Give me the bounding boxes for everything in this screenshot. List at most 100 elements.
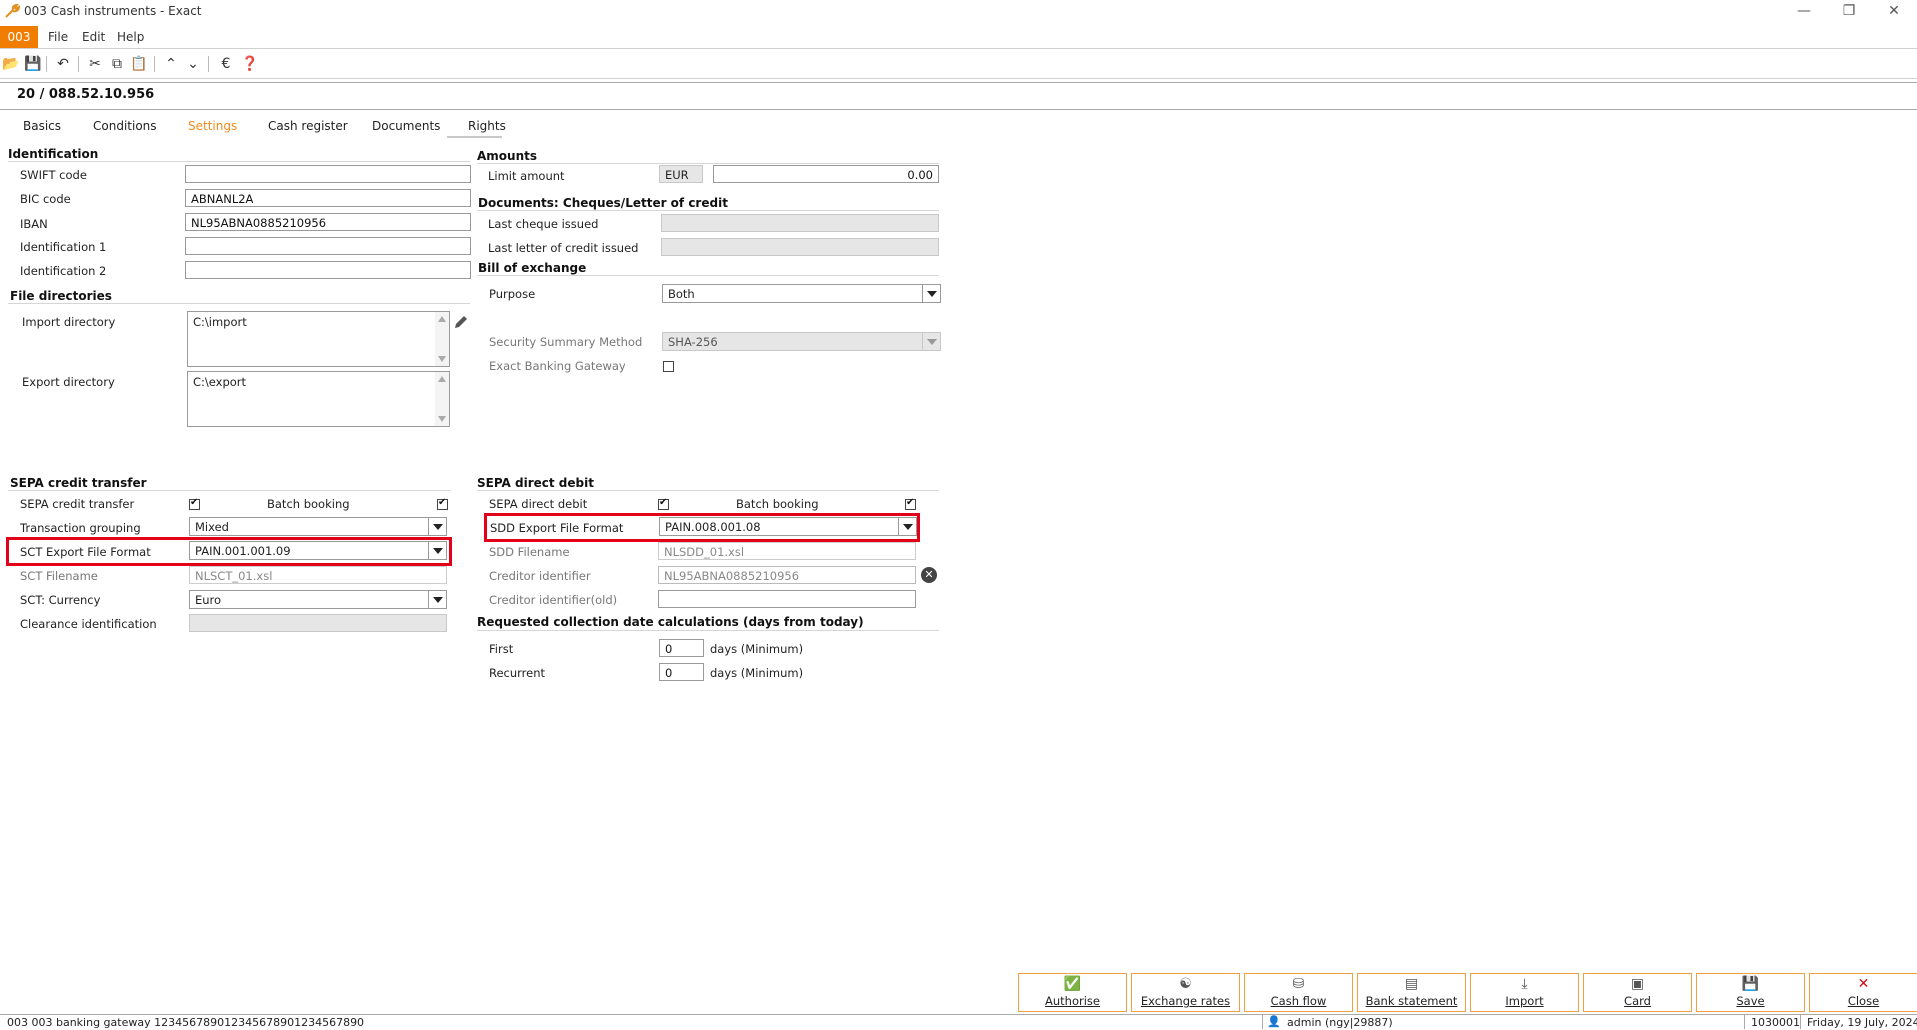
limit-amount-label: Limit amount [488,169,565,183]
coins-icon: ☯ [1179,976,1192,992]
documents-header: Documents: Cheques/Letter of credit [478,196,728,210]
pencil-icon[interactable] [453,314,469,330]
chevron-down-icon[interactable] [428,542,446,559]
creditor-label: Creditor identifier [489,569,591,583]
tab-documents[interactable]: Documents [372,119,440,133]
sct-format-select[interactable]: PAIN.001.001.09 [189,541,447,560]
purpose-select[interactable]: Both [662,284,941,303]
sdd-debit-label: SEPA direct debit [489,497,588,511]
close-icon: ✕ [1857,976,1870,992]
creditor-old-input[interactable] [658,590,916,608]
chevron-down-icon[interactable] [428,591,446,608]
record-title: 20 / 088.52.10.956 [17,87,155,102]
scrollbar[interactable] [435,372,449,426]
menu-edit[interactable]: Edit [82,30,105,44]
identification2-input[interactable] [185,261,471,279]
identification-header: Identification [8,147,99,161]
sdd-format-label: SDD Export File Format [490,521,624,535]
chevron-down-icon[interactable] [898,518,916,535]
status-company: 003 003 banking gateway 1234567890123456… [7,1016,365,1029]
close-button[interactable]: ✕ Close [1809,973,1917,1012]
download-icon: ⤓ [1521,976,1528,992]
tab-basics[interactable]: Basics [23,119,61,133]
sct-batch-checkbox[interactable] [437,497,448,510]
first-unit: days (Minimum) [710,642,804,656]
sct-currency-select[interactable]: Euro [189,590,447,609]
statement-icon: ▤ [1404,976,1419,992]
menu-file[interactable]: File [48,30,68,44]
currency-icon[interactable]: € [217,55,235,73]
tab-underline [447,136,502,138]
restore-icon[interactable]: ❐ [1837,2,1861,20]
close-window-icon[interactable]: ✕ [1882,2,1906,20]
record-bar [0,82,1917,110]
first-input[interactable]: 0 [659,639,704,657]
bic-label: BIC code [20,192,71,206]
paste-icon[interactable]: 📋 [130,55,148,73]
save-icon: 💾 [1741,976,1760,992]
recurrent-label: Recurrent [489,666,546,680]
iban-label: IBAN [20,217,48,231]
import-button[interactable]: ⤓ Import [1470,973,1579,1012]
chevron-down-icon[interactable] [428,518,446,535]
recurrent-input[interactable]: 0 [659,663,704,681]
menu-help[interactable]: Help [117,30,144,44]
transaction-grouping-label: Transaction grouping [20,521,141,535]
open-folder-icon[interactable]: 📂 [2,55,20,73]
last-letter-input [661,238,939,256]
creditor-input[interactable]: NL95ABNA0885210956 [658,566,916,584]
undo-icon[interactable]: ↶ [54,55,72,73]
export-directory-input[interactable]: C:\export [187,371,450,427]
scrollbar[interactable] [435,312,449,366]
next-record-icon[interactable]: ⌄ [184,55,202,73]
identification1-input[interactable] [185,237,471,255]
previous-record-icon[interactable]: ⌃ [162,55,180,73]
status-date: Friday, 19 July, 2024 [1807,1016,1917,1029]
sct-filename-input: NLSCT_01.xsl [189,566,447,584]
save-button[interactable]: 💾 Save [1696,973,1805,1012]
sct-transfer-label: SEPA credit transfer [20,497,135,511]
sdd-filename-input: NLSDD_01.xsl [658,542,916,560]
card-button[interactable]: ▣ Card [1583,973,1692,1012]
cash-flow-button[interactable]: ⛁ Cash flow [1244,973,1353,1012]
check-circle-icon: ✅ [1063,976,1082,992]
authorise-button[interactable]: ✅ Authorise [1018,973,1127,1012]
tab-rights[interactable]: Rights [468,119,506,133]
bic-input[interactable]: ABNANL2A [185,189,471,207]
transaction-grouping-select[interactable]: Mixed [189,517,447,536]
currency-field: EUR [659,165,703,183]
creditor-old-label: Creditor identifier(old) [489,593,618,607]
sdd-batch-label: Batch booking [736,497,819,511]
amounts-header: Amounts [477,149,537,163]
sct-header: SEPA credit transfer [10,476,147,490]
swift-input[interactable] [185,165,471,183]
save-icon[interactable]: 💾 [24,55,42,73]
limit-amount-input[interactable]: 0.00 [713,165,939,183]
banking-gateway-checkbox[interactable] [663,361,674,372]
iban-input[interactable]: NL95ABNA0885210956 [185,213,471,231]
company-badge[interactable]: 003 [0,26,38,48]
sdd-batch-checkbox[interactable] [905,497,916,510]
tab-conditions[interactable]: Conditions [93,119,157,133]
minimize-icon[interactable]: — [1792,2,1816,20]
sdd-format-select[interactable]: PAIN.008.001.08 [659,517,917,536]
swift-label: SWIFT code [20,168,87,182]
menu-bar [0,26,1917,49]
sdd-filename-label: SDD Filename [489,545,570,559]
clear-icon[interactable]: ✕ [921,567,937,583]
sct-transfer-checkbox[interactable] [189,497,200,510]
copy-icon[interactable]: ⧉ [108,55,126,73]
help-icon[interactable]: ❓ [241,55,259,73]
bank-statement-button[interactable]: ▤ Bank statement [1357,973,1466,1012]
tab-settings[interactable]: Settings [188,119,237,133]
identification1-label: Identification 1 [20,240,107,254]
sdd-debit-checkbox[interactable] [658,497,669,510]
exchange-rates-button[interactable]: ☯ Exchange rates [1131,973,1240,1012]
chevron-down-icon[interactable] [922,285,940,302]
import-directory-input[interactable]: C:\import [187,311,450,367]
tab-cash-register[interactable]: Cash register [268,119,348,133]
banking-gateway-label: Exact Banking Gateway [489,359,626,373]
sct-batch-label: Batch booking [267,497,350,511]
last-cheque-input [661,214,939,232]
cut-icon[interactable]: ✂ [86,55,104,73]
